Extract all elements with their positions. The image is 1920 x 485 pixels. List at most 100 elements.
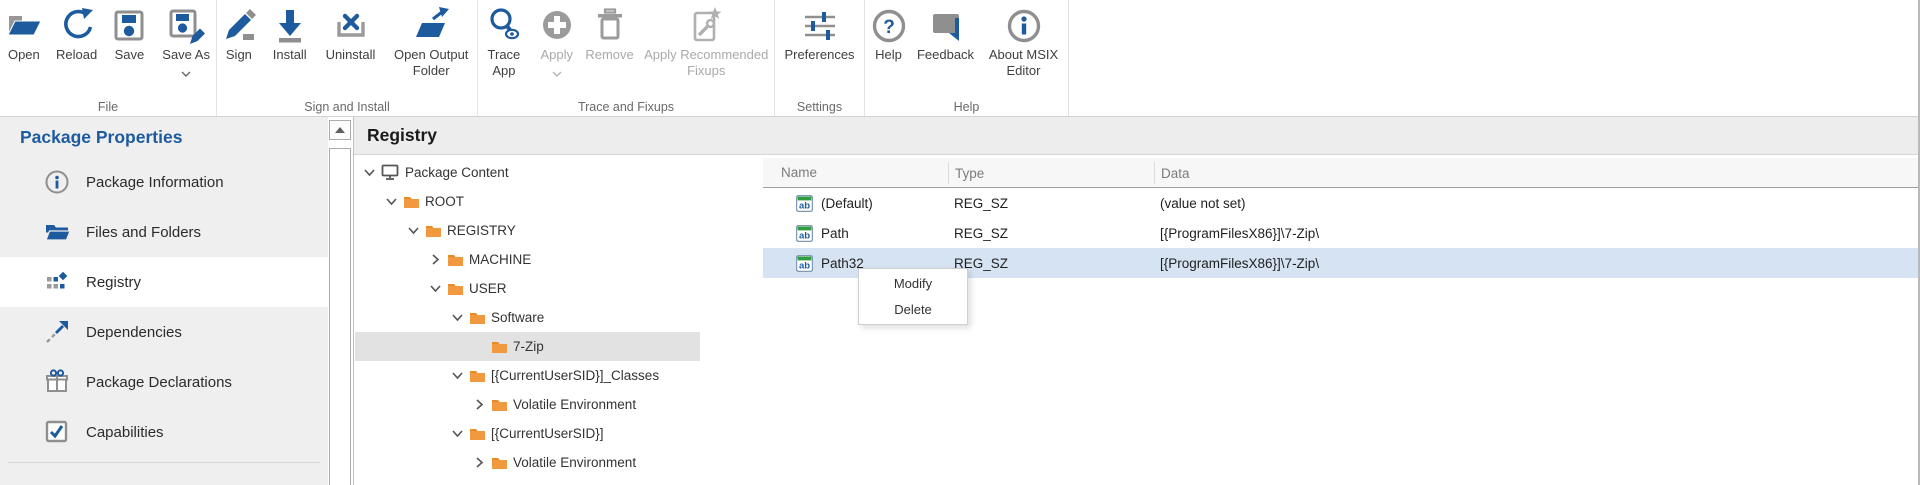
tree-item[interactable]: 7-Zip [355,332,700,361]
scrollbar-thumb[interactable] [329,148,351,485]
context-menu: Modify Delete [858,268,968,325]
save-as-button[interactable]: Save As [156,6,216,82]
scrollbar-up-button[interactable] [329,120,351,140]
chevron-icon[interactable] [472,456,486,469]
feedback-button[interactable]: Feedback [914,6,978,63]
trace-app-label: Trace App [478,47,530,79]
uninstall-button[interactable]: Uninstall [319,6,383,63]
chevron-icon[interactable] [472,398,486,411]
sidebar-item-files-and-folders[interactable]: Files and Folders [0,207,328,257]
folder-icon [491,339,508,354]
chevron-icon[interactable] [384,195,398,208]
column-header-name[interactable]: Name [763,158,948,187]
computer-icon [381,164,400,181]
tree-item[interactable]: Volatile Environment [355,390,700,419]
sidebar-item-registry[interactable]: Registry [0,257,328,307]
context-menu-item[interactable]: Modify [859,271,967,297]
fixups-document-wrench-icon [686,6,726,46]
sidebar-item-capabilities[interactable]: Capabilities [0,407,328,457]
apply-plus-icon [537,6,577,46]
chevron-icon[interactable] [428,282,442,295]
ribbon-group-label-file: File [0,100,216,114]
context-menu-item[interactable]: Delete [859,297,967,323]
folder-icon [469,368,486,383]
chevron-icon[interactable] [428,253,442,266]
open-output-folder-icon [411,6,451,46]
tree-item[interactable]: USER [355,274,700,303]
save-as-icon [166,6,206,46]
sign-pencil-icon [219,6,259,46]
registry-value-row[interactable]: ab Path REG_SZ [{ProgramFilesX86}]\7-Zip… [763,218,1920,248]
tree-item[interactable]: [{CurrentUserSID}]_Classes [355,361,700,390]
sidebar-title: Package Properties [0,117,328,157]
help-button[interactable]: ? Help [867,6,911,63]
sidebar-divider [8,462,320,463]
sidebar-item-label: Files and Folders [86,224,201,241]
registry-value-row[interactable]: ab (Default) REG_SZ (value not set) [763,188,1920,218]
sidebar-package-properties: Package Properties Package Information F… [0,117,328,485]
help-question-icon: ? [869,6,909,46]
sidebar-item-package-declarations[interactable]: Package Declarations [0,357,328,407]
sidebar-item-label: Capabilities [86,424,164,441]
sign-button[interactable]: Sign [217,6,261,63]
msix-editor-window: Open Reload Save Save As [0,0,1920,485]
chevron-icon[interactable] [362,166,376,179]
open-button[interactable]: Open [0,6,48,63]
open-output-folder-button[interactable]: Open Output Folder [385,6,477,79]
folder-icon [403,194,420,209]
sidebar-item-label: Package Information [86,174,224,191]
chevron-icon[interactable] [450,369,464,382]
value-type: REG_SZ [948,218,1154,248]
tree-item[interactable]: MACHINE [355,245,700,274]
sidebar-item-dependencies[interactable]: Dependencies [0,307,328,357]
string-value-ab-icon: ab [796,195,813,212]
tree-item-label: [{CurrentUserSID}]_Classes [491,368,659,383]
content-title-bar: Registry [354,117,1920,155]
folder-icon [447,252,464,267]
apply-button-label: Apply [540,47,573,63]
apply-button[interactable]: Apply [533,6,581,82]
ribbon-group-label-sign-install: Sign and Install [217,100,477,114]
tree-item[interactable]: ROOT [355,187,700,216]
tree-item-label: Package Content [405,165,509,180]
install-button[interactable]: Install [264,6,316,63]
context-menu-item-label: Modify [894,276,932,291]
open-output-folder-label: Open Output Folder [385,47,477,79]
svg-text:ab: ab [799,230,810,241]
folder-icon [425,223,442,238]
value-data: [{ProgramFilesX86}]\7-Zip\ [1154,218,1920,248]
value-name: Path [821,226,849,241]
tree-item-label: 7-Zip [513,339,544,354]
trace-app-button[interactable]: Trace App [478,6,530,79]
uninstall-button-label: Uninstall [326,47,376,63]
info-circle-icon [44,169,70,195]
reload-button[interactable]: Reload [51,6,103,63]
tree-item-label: [{CurrentUserSID}] [491,426,604,441]
tree-item[interactable]: Volatile Environment [355,448,700,477]
sidebar-item-package-information[interactable]: Package Information [0,157,328,207]
ribbon-group-sign-install: Sign Install Uninstall Open Output Folde… [217,0,478,116]
chevron-icon[interactable] [450,311,464,324]
feedback-button-label: Feedback [917,47,974,63]
list-header-row: Name Type Data [763,158,1920,188]
about-msix-editor-button[interactable]: About MSIX Editor [981,6,1067,79]
save-button[interactable]: Save [106,6,154,63]
tree-item[interactable]: REGISTRY [355,216,700,245]
save-as-dropdown-chevron-icon[interactable] [181,64,191,82]
column-header-type[interactable]: Type [948,162,1154,184]
tree-item[interactable]: Software [355,303,700,332]
chevron-icon[interactable] [406,224,420,237]
registry-squares-icon [44,269,70,295]
preferences-sliders-icon [800,6,840,46]
preferences-button[interactable]: Preferences [779,6,861,63]
column-header-data[interactable]: Data [1154,162,1920,184]
tree-item[interactable]: Package Content [355,158,700,187]
vertical-scrollbar[interactable] [328,117,353,485]
page-title: Registry [367,125,437,146]
trace-app-magnifier-icon [484,6,524,46]
remove-button[interactable]: Remove [584,6,636,63]
reload-icon [57,6,97,46]
tree-item[interactable]: [{CurrentUserSID}] [355,419,700,448]
chevron-icon[interactable] [450,427,464,440]
apply-recommended-fixups-button[interactable]: Apply Recommended Fixups [638,6,774,79]
